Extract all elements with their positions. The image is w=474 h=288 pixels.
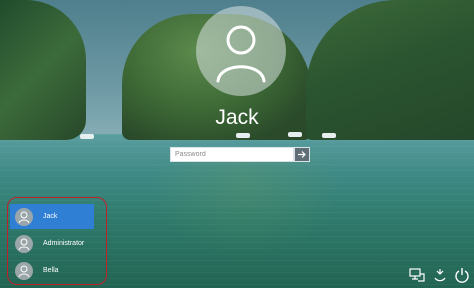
boat (322, 133, 336, 138)
power-icon[interactable] (453, 266, 471, 284)
cliff-reflection (150, 150, 340, 260)
user-item-administrator[interactable]: Administrator (10, 231, 94, 256)
boat (288, 132, 302, 137)
user-silhouette-icon (216, 25, 266, 83)
user-item-label: Jack (43, 213, 58, 220)
user-item-label: Administrator (43, 240, 85, 247)
user-avatar (196, 6, 286, 96)
user-item-bella[interactable]: Bella (10, 258, 94, 283)
lock-screen: Jack Jack Administrator Bella (0, 0, 474, 288)
username-label: Jack (215, 106, 259, 129)
network-icon[interactable] (408, 266, 426, 284)
submit-button[interactable] (294, 147, 310, 162)
user-item-label: Bella (43, 267, 59, 274)
user-avatar-icon (15, 234, 33, 253)
password-input[interactable] (170, 147, 294, 162)
arrow-right-icon (298, 151, 306, 158)
ease-of-access-icon[interactable] (431, 266, 449, 284)
user-avatar-icon (15, 261, 33, 280)
user-avatar-icon (15, 207, 33, 226)
user-item-jack[interactable]: Jack (10, 204, 94, 229)
user-switcher-list: Jack Administrator Bella (7, 197, 107, 285)
boat (236, 133, 250, 138)
password-box (170, 147, 310, 162)
boat (80, 134, 94, 139)
